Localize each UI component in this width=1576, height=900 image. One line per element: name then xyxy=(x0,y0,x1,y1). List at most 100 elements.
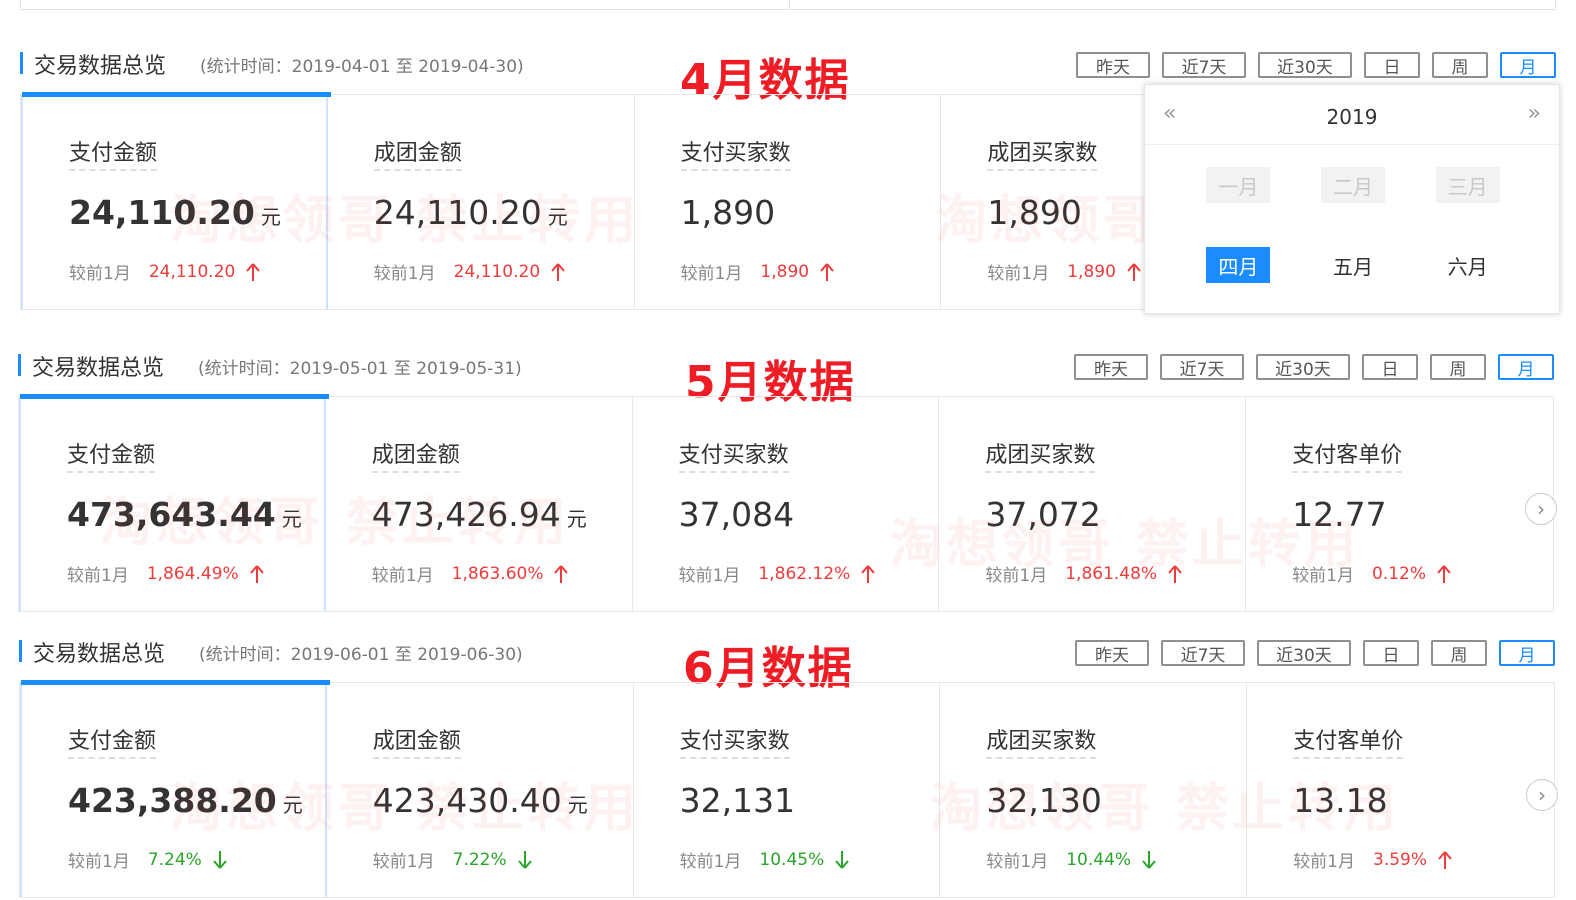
stat-period: (统计时间：2019-05-01 至 2019-05-31) xyxy=(198,359,522,379)
arrow-down-icon xyxy=(835,850,850,869)
card-group-amount[interactable]: 成团金额 423,430.40 元 较前1月 7.22% xyxy=(327,683,634,897)
card-compare: 较前1月 1,861.48% xyxy=(985,561,1183,586)
arrow-up-icon xyxy=(551,262,565,281)
section-header: 交易数据总览 (统计时间：2019-04-01 至 2019-04-30) 4月… xyxy=(20,38,1560,106)
month-jan: 一月 xyxy=(1206,167,1271,203)
card-value: 1,890 xyxy=(680,193,776,232)
card-label: 成团金额 xyxy=(372,723,461,759)
card-pay-amount[interactable]: 支付金额 24,110.20 元 较前1月 24,110.20 xyxy=(21,92,331,309)
card-unit-price[interactable]: 支付客单价 12.77 较前1月 0.12% › xyxy=(1246,397,1557,611)
btn-7days[interactable]: 近7天 xyxy=(1160,354,1244,380)
card-compare: 较前1月 24,110.20 xyxy=(69,259,261,284)
btn-day[interactable]: 日 xyxy=(1363,640,1419,666)
stat-period: (统计时间：2019-06-01 至 2019-06-30) xyxy=(199,645,523,665)
arrow-down-icon xyxy=(517,850,532,869)
card-group-amount[interactable]: 成团金额 473,426.94 元 较前1月 1,863.60% xyxy=(326,397,633,611)
card-value: 32,131 xyxy=(679,781,796,820)
card-compare: 较前1月 3.59% xyxy=(1293,847,1453,872)
card-label: 支付买家数 xyxy=(680,135,791,171)
card-compare: 较前1月 1,864.49% xyxy=(67,561,265,586)
card-compare: 较前1月 10.44% xyxy=(986,847,1157,872)
btn-month[interactable]: 月 xyxy=(1499,640,1555,666)
card-value: 473,643.44 元 xyxy=(67,495,302,534)
arrow-up-icon xyxy=(1438,850,1452,869)
card-value: 12.77 xyxy=(1292,495,1387,534)
card-value: 37,084 xyxy=(678,495,795,534)
month-picker: « 2019 » 一月 二月 三月 四月 五月 六月 xyxy=(1144,84,1560,314)
card-label: 成团买家数 xyxy=(986,723,1097,759)
section-title: 交易数据总览 xyxy=(34,54,167,79)
arrow-up-icon xyxy=(1437,564,1451,583)
btn-week[interactable]: 周 xyxy=(1432,52,1488,78)
card-value: 13.18 xyxy=(1293,781,1388,820)
section-title: 交易数据总览 xyxy=(32,356,165,381)
card-group-amount[interactable]: 成团金额 24,110.20 元 较前1月 24,110.20 xyxy=(328,95,635,309)
section-may: 交易数据总览 (统计时间：2019-05-01 至 2019-05-31) 5月… xyxy=(0,340,1576,620)
card-value: 24,110.20 元 xyxy=(69,193,281,232)
card-compare: 较前1月 7.24% xyxy=(68,847,228,872)
arrow-up-icon xyxy=(861,564,876,583)
card-pay-buyers[interactable]: 支付买家数 1,890 较前1月 1,890 xyxy=(635,95,942,309)
metric-cards: 支付金额 473,643.44 元 较前1月 1,864.49% 成团金额 473,… xyxy=(18,394,1557,612)
card-value: 37,072 xyxy=(985,495,1101,534)
card-compare: 较前1月 1,862.12% xyxy=(679,561,877,586)
card-pay-amount[interactable]: 支付金额 473,643.44 元 较前1月 1,864.49% xyxy=(19,394,329,611)
btn-week[interactable]: 周 xyxy=(1431,640,1487,666)
range-buttons: 昨天 近7天 近30天 日 周 月 xyxy=(1075,640,1555,666)
month-mar: 三月 xyxy=(1435,167,1500,203)
chevron-right-icon[interactable]: › xyxy=(1524,493,1557,525)
card-label: 支付客单价 xyxy=(1293,723,1404,759)
btn-day[interactable]: 日 xyxy=(1364,52,1420,78)
card-pay-buyers[interactable]: 支付买家数 37,084 较前1月 1,862.12% xyxy=(633,397,940,611)
card-label: 支付金额 xyxy=(69,135,158,171)
card-unit-price[interactable]: 支付客单价 13.18 较前1月 3.59% › xyxy=(1247,683,1558,897)
btn-week[interactable]: 周 xyxy=(1430,354,1486,380)
btn-yesterday[interactable]: 昨天 xyxy=(1076,52,1150,78)
section-june: 交易数据总览 (统计时间：2019-06-01 至 2019-06-30) 6月… xyxy=(0,626,1576,900)
card-compare: 较前1月 24,110.20 xyxy=(374,259,566,284)
section-title: 交易数据总览 xyxy=(33,642,166,667)
arrow-up-icon xyxy=(554,564,569,583)
arrow-up-icon xyxy=(820,262,834,281)
card-value: 423,388.20 元 xyxy=(68,781,303,820)
btn-30days[interactable]: 近30天 xyxy=(1258,52,1352,78)
btn-yesterday[interactable]: 昨天 xyxy=(1074,354,1148,380)
month-jun[interactable]: 六月 xyxy=(1436,247,1500,283)
card-label: 成团金额 xyxy=(373,135,462,171)
card-group-buyers[interactable]: 成团买家数 32,130 较前1月 10.44% xyxy=(940,683,1248,897)
title-accent-bar xyxy=(20,52,23,74)
card-group-buyers[interactable]: 成团买家数 37,072 较前1月 1,861.48% xyxy=(939,397,1247,611)
arrow-up-icon xyxy=(249,564,264,583)
section-header: 交易数据总览 (统计时间：2019-06-01 至 2019-06-30) 6月… xyxy=(19,626,1559,694)
btn-month[interactable]: 月 xyxy=(1500,52,1556,78)
next-year-icon[interactable]: » xyxy=(1528,101,1541,126)
btn-7days[interactable]: 近7天 xyxy=(1162,52,1246,78)
arrow-down-icon xyxy=(213,850,227,869)
month-may[interactable]: 五月 xyxy=(1321,247,1385,283)
month-picker-header: « 2019 » xyxy=(1145,85,1559,145)
card-label: 支付金额 xyxy=(68,723,157,759)
btn-month[interactable]: 月 xyxy=(1498,354,1554,380)
card-compare: 较前1月 1,890 xyxy=(681,259,836,284)
arrow-up-icon xyxy=(246,262,261,281)
stat-period: (统计时间：2019-04-01 至 2019-04-30) xyxy=(200,57,524,77)
card-pay-amount[interactable]: 支付金额 423,388.20 元 较前1月 7.24% xyxy=(20,680,330,897)
card-value: 32,130 xyxy=(986,781,1102,820)
card-compare: 较前1月 7.22% xyxy=(373,847,533,872)
btn-day[interactable]: 日 xyxy=(1362,354,1418,380)
card-pay-buyers[interactable]: 支付买家数 32,131 较前1月 10.45% xyxy=(634,683,941,897)
card-value: 24,110.20 元 xyxy=(373,193,568,232)
arrow-up-icon xyxy=(1127,262,1141,281)
chevron-right-icon[interactable]: › xyxy=(1525,779,1558,811)
btn-yesterday[interactable]: 昨天 xyxy=(1075,640,1149,666)
month-apr[interactable]: 四月 xyxy=(1206,247,1271,283)
btn-7days[interactable]: 近7天 xyxy=(1161,640,1245,666)
card-value: 473,426.94 元 xyxy=(371,495,587,534)
arrow-up-icon xyxy=(1168,564,1182,583)
previous-section-bottom xyxy=(20,0,1556,10)
card-label: 支付买家数 xyxy=(679,723,790,759)
btn-30days[interactable]: 近30天 xyxy=(1257,640,1351,666)
btn-30days[interactable]: 近30天 xyxy=(1256,354,1350,380)
card-label: 支付客单价 xyxy=(1292,437,1403,473)
range-buttons: 昨天 近7天 近30天 日 周 月 xyxy=(1074,354,1554,380)
